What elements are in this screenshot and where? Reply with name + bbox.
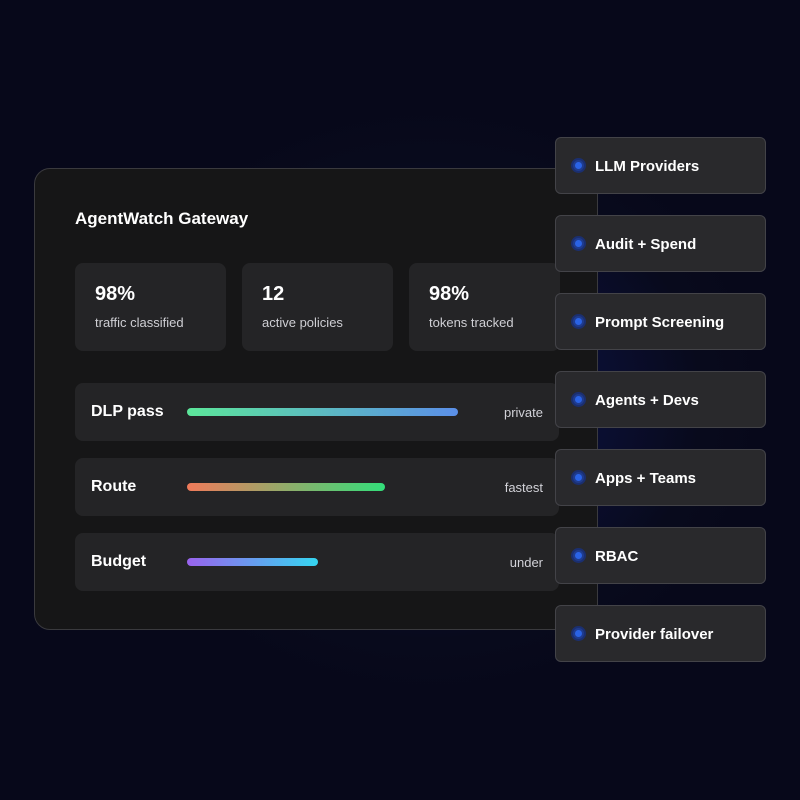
stat-label: active policies: [262, 315, 343, 330]
feature-label: Prompt Screening: [595, 314, 725, 331]
feature-item-llm-providers[interactable]: LLM Providers: [555, 137, 766, 194]
feature-item-prompt-screening[interactable]: Prompt Screening: [555, 293, 766, 350]
metric-progress-bar: [187, 483, 385, 491]
feature-item-apps-teams[interactable]: Apps + Teams: [555, 449, 766, 506]
metric-row-budget: Budget under: [75, 533, 559, 591]
feature-item-provider-failover[interactable]: Provider failover: [555, 605, 766, 662]
feature-label: Audit + Spend: [595, 236, 697, 253]
stat-value: 98%: [95, 283, 136, 305]
feature-label: LLM Providers: [595, 158, 700, 175]
status-dot-icon: [573, 472, 584, 483]
status-dot-icon: [573, 550, 584, 561]
stat-card-traffic-classified: 98% traffic classified: [75, 263, 226, 351]
metric-row-dlp-pass: DLP pass private: [75, 383, 559, 441]
feature-item-agents-devs[interactable]: Agents + Devs: [555, 371, 766, 428]
metric-label: Route: [91, 478, 137, 495]
metric-row-route: Route fastest: [75, 458, 559, 516]
metric-label: Budget: [91, 553, 147, 570]
gateway-card: AgentWatch Gateway 98% traffic classifie…: [34, 168, 598, 630]
feature-item-audit-spend[interactable]: Audit + Spend: [555, 215, 766, 272]
feature-label: Provider failover: [595, 626, 714, 643]
feature-label: RBAC: [595, 548, 639, 565]
metric-status: fastest: [504, 480, 543, 495]
stat-label: traffic classified: [95, 315, 184, 330]
feature-item-rbac[interactable]: RBAC: [555, 527, 766, 584]
stat-card-tokens-tracked: 98% tokens tracked: [409, 263, 560, 351]
status-dot-icon: [573, 160, 584, 171]
feature-label: Apps + Teams: [595, 470, 697, 487]
gateway-title: AgentWatch Gateway: [75, 209, 249, 228]
metric-status: under: [509, 555, 543, 570]
stat-value: 12: [262, 283, 285, 305]
status-dot-icon: [573, 238, 584, 249]
metric-label: DLP pass: [91, 403, 164, 420]
metric-status: private: [503, 405, 543, 420]
stat-label: tokens tracked: [429, 315, 514, 330]
feature-label: Agents + Devs: [595, 392, 699, 409]
status-dot-icon: [573, 394, 584, 405]
status-dot-icon: [573, 316, 584, 327]
metric-progress-bar: [187, 558, 318, 566]
metric-progress-bar: [187, 408, 458, 416]
stat-card-active-policies: 12 active policies: [242, 263, 393, 351]
status-dot-icon: [573, 628, 584, 639]
stat-value: 98%: [429, 283, 470, 305]
